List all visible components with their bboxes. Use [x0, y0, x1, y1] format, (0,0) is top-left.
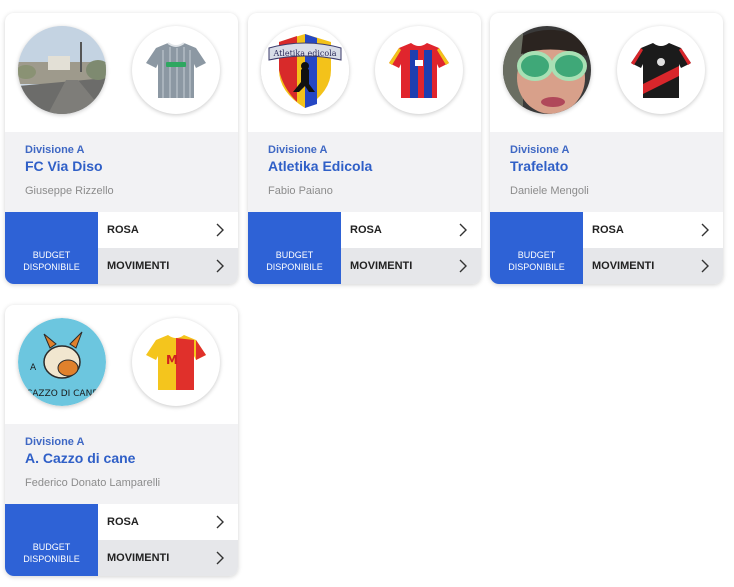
team-avatar[interactable]: A CAZZO DI CANE	[18, 318, 106, 406]
card-actions: BUDGET DISPONIBILE ROSA MOVIMENTI	[5, 212, 238, 284]
movimenti-label: MOVIMENTI	[107, 260, 170, 272]
team-jersey[interactable]: M	[132, 318, 220, 406]
team-name[interactable]: A. Cazzo di cane	[25, 450, 238, 466]
rosa-button[interactable]: ROSA	[98, 212, 238, 248]
movimenti-button[interactable]: MOVIMENTI	[98, 248, 238, 284]
manager-name: Daniele Mengoli	[510, 185, 589, 197]
team-logos	[5, 13, 238, 132]
team-logos: Atletika edicola	[248, 13, 481, 132]
rosa-button[interactable]: ROSA	[341, 212, 481, 248]
manager-name: Federico Donato Lamparelli	[25, 477, 161, 489]
sunglasses-portrait-image	[503, 26, 591, 114]
team-info: Divisione A Trafelato Daniele Mengoli	[490, 132, 723, 212]
rosa-button[interactable]: ROSA	[583, 212, 723, 248]
division-label: Divisione A	[25, 436, 85, 448]
team-jersey[interactable]	[617, 26, 705, 114]
division-label: Divisione A	[510, 144, 570, 156]
chevron-right-icon	[701, 223, 709, 237]
crest-text: Atletika edicola	[272, 49, 336, 58]
team-name[interactable]: Trafelato	[510, 158, 723, 174]
atletika-edicola-crest-image: Atletika edicola	[261, 26, 349, 114]
chevron-right-icon	[216, 515, 224, 529]
movimenti-button[interactable]: MOVIMENTI	[98, 540, 238, 576]
rosa-label: ROSA	[107, 224, 139, 236]
yellow-red-jersey-image: M	[146, 335, 206, 390]
team-card: Atletika edicola Divisione A Atletika Ed…	[248, 13, 481, 284]
movimenti-button[interactable]: MOVIMENTI	[341, 248, 481, 284]
black-red-jersey-image	[631, 43, 691, 98]
manager-name: Giuseppe Rizzello	[25, 185, 114, 197]
chevron-right-icon	[701, 259, 709, 273]
budget-button[interactable]: BUDGET DISPONIBILE	[248, 212, 341, 284]
team-card: Divisione A FC Via Diso Giuseppe Rizzell…	[5, 13, 238, 284]
team-card: Divisione A Trafelato Daniele Mengoli BU…	[490, 13, 723, 284]
team-jersey[interactable]	[375, 26, 463, 114]
team-avatar[interactable]: Atletika edicola	[261, 26, 349, 114]
card-actions: BUDGET DISPONIBILE ROSA MOVIMENTI	[5, 504, 238, 576]
chevron-right-icon	[216, 259, 224, 273]
logo-text-top: A	[30, 363, 37, 373]
rosa-label: ROSA	[107, 516, 139, 528]
movimenti-label: MOVIMENTI	[350, 260, 413, 272]
team-info: Divisione A A. Cazzo di cane Federico Do…	[5, 424, 238, 504]
rosa-label: ROSA	[592, 224, 624, 236]
team-avatar[interactable]	[503, 26, 591, 114]
budget-button[interactable]: BUDGET DISPONIBILE	[5, 504, 98, 576]
red-blue-jersey-image	[389, 43, 449, 98]
team-logos	[490, 13, 723, 132]
team-name[interactable]: Atletika Edicola	[268, 158, 481, 174]
rosa-button[interactable]: ROSA	[98, 504, 238, 540]
movimenti-label: MOVIMENTI	[107, 552, 170, 564]
team-avatar[interactable]	[18, 26, 106, 114]
chevron-right-icon	[459, 223, 467, 237]
team-logos: A CAZZO DI CANE M	[5, 305, 238, 424]
budget-button[interactable]: BUDGET DISPONIBILE	[5, 212, 98, 284]
budget-button[interactable]: BUDGET DISPONIBILE	[490, 212, 583, 284]
chevron-right-icon	[216, 223, 224, 237]
chevron-right-icon	[459, 259, 467, 273]
movimenti-label: MOVIMENTI	[592, 260, 655, 272]
cazzo-di-cane-logo-image: A CAZZO DI CANE	[18, 318, 106, 406]
manager-name: Fabio Paiano	[268, 185, 333, 197]
team-info: Divisione A Atletika Edicola Fabio Paian…	[248, 132, 481, 212]
card-actions: BUDGET DISPONIBILE ROSA MOVIMENTI	[490, 212, 723, 284]
road-photo-image	[18, 26, 106, 114]
team-jersey[interactable]	[132, 26, 220, 114]
division-label: Divisione A	[268, 144, 328, 156]
card-actions: BUDGET DISPONIBILE ROSA MOVIMENTI	[248, 212, 481, 284]
team-name[interactable]: FC Via Diso	[25, 158, 238, 174]
grey-jersey-image	[146, 42, 206, 98]
svg-text:M: M	[166, 353, 178, 367]
logo-text-bottom: CAZZO DI CANE	[26, 389, 98, 399]
chevron-right-icon	[216, 551, 224, 565]
movimenti-button[interactable]: MOVIMENTI	[583, 248, 723, 284]
division-label: Divisione A	[25, 144, 85, 156]
team-info: Divisione A FC Via Diso Giuseppe Rizzell…	[5, 132, 238, 212]
rosa-label: ROSA	[350, 224, 382, 236]
team-card: A CAZZO DI CANE M Divisione A A. Cazzo d…	[5, 305, 238, 576]
